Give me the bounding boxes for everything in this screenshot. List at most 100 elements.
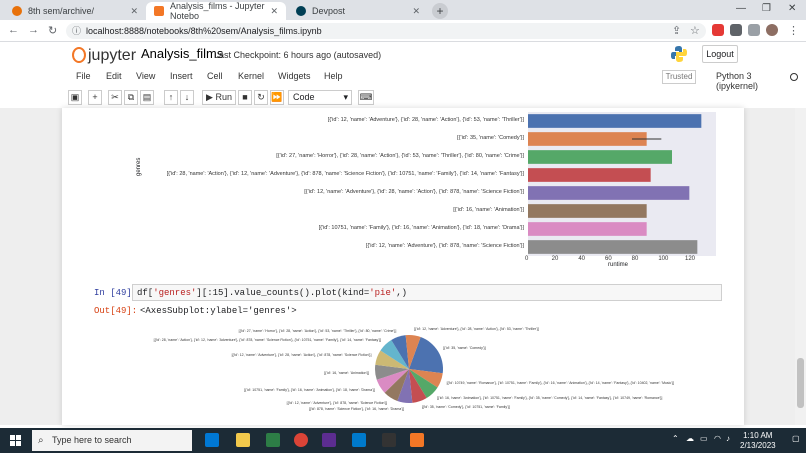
menu-kernel[interactable]: Kernel (238, 71, 264, 81)
restart-run-all-icon[interactable]: ⏩ (270, 90, 284, 105)
close-icon[interactable]: ✕ (270, 6, 278, 17)
share-icon[interactable]: ⇪ (672, 24, 681, 37)
browser-tab-archive[interactable]: 8th sem/archive/ ✕ (4, 2, 146, 20)
jupyter-logo-icon[interactable] (72, 47, 86, 63)
bar (528, 186, 690, 200)
tab-title: Analysis_films - Jupyter Notebo (170, 1, 265, 21)
notebook-menubar: File Edit View Insert Cell Kernel Widget… (62, 68, 798, 91)
url-input[interactable]: ⓘ localhost:8888/notebooks/8th%20sem/Ana… (66, 23, 706, 39)
x-tick-label: 120 (685, 256, 696, 262)
minimize-icon[interactable]: — (736, 3, 746, 14)
paste-icon[interactable]: ▤ (140, 90, 154, 105)
in-prompt: In [49]: (94, 288, 138, 298)
menu-view[interactable]: View (136, 71, 155, 81)
back-icon[interactable]: ← (8, 24, 19, 36)
run-button[interactable]: ▶ Run (202, 90, 236, 105)
x-tick-label: 0 (525, 256, 529, 262)
notebook-toolbar: ▣ + ✂ ⧉ ▤ ↑ ↓ ▶ Run ■ ↻ ⏩ Code ▾ ⌨ (62, 88, 744, 108)
save-icon[interactable]: ▣ (68, 90, 82, 105)
restart-icon[interactable]: ↻ (254, 90, 268, 105)
volume-icon[interactable]: ♪ (726, 434, 730, 443)
bar-category-label: [{'id': 28, 'name': 'Action'}, {'id': 12… (166, 171, 524, 177)
info-icon: ⓘ (72, 26, 82, 36)
store-icon[interactable] (266, 433, 280, 447)
sidebar-icon[interactable] (748, 24, 760, 36)
bar-category-label: [{'id': 12, 'name': 'Adventure'}, {'id':… (365, 243, 524, 249)
close-icon[interactable]: ✕ (412, 6, 420, 17)
bookmark-star-icon[interactable]: ☆ (690, 24, 700, 37)
notebook-page[interactable]: [{'id': 12, 'name': 'Adventure'}, {'id':… (62, 108, 744, 425)
interrupt-icon[interactable]: ■ (238, 90, 252, 105)
new-tab-button[interactable]: + (432, 3, 448, 19)
x-tick-label: 40 (578, 256, 586, 262)
bar-category-label: [{'id': 16, 'name': 'Animation'}] (453, 207, 524, 213)
taskbar-search-input[interactable]: ⌕ Type here to search (32, 430, 192, 451)
reload-icon[interactable]: ↻ (48, 24, 57, 37)
windows-start-icon[interactable] (10, 435, 21, 446)
bar (528, 240, 698, 254)
command-palette-icon[interactable]: ⌨ (358, 90, 374, 105)
network-icon[interactable]: ☁ (686, 434, 694, 443)
jupyter-app-icon[interactable] (410, 433, 424, 447)
more-menu-icon[interactable]: ⋮ (788, 24, 799, 37)
cell-type-select[interactable]: Code ▾ (288, 90, 352, 105)
python-logo-icon (671, 46, 687, 62)
browser-tab-devpost[interactable]: Devpost ✕ (288, 2, 428, 20)
vscode-icon[interactable] (352, 433, 366, 447)
taskbar-clock[interactable]: 1:10 AM 2/13/2023 (740, 431, 776, 451)
move-up-icon[interactable]: ↑ (164, 90, 178, 105)
bar (528, 204, 647, 218)
jupyter-tab-icon (154, 6, 164, 16)
pie-slice-label: [{'id': 16, 'name': 'Animation'}] (324, 370, 370, 375)
devpost-tab-icon (296, 6, 306, 16)
maximize-icon[interactable]: ❐ (762, 3, 771, 14)
bar (528, 150, 672, 164)
extensions-puzzle-icon[interactable] (730, 24, 742, 36)
pie-slice-label: [{'id': 10749, 'name': 'Romance'}, {'id'… (446, 380, 675, 385)
page-scrollbar[interactable] (795, 108, 806, 425)
close-icon[interactable]: ✕ (130, 6, 138, 17)
notification-icon[interactable]: ▢ (792, 434, 800, 443)
notebook-name[interactable]: Analysis_films (141, 46, 223, 61)
logout-button[interactable]: Logout (702, 45, 738, 63)
pie-slice-label: [{'id': 28, 'name': 'Action'}, {'id': 12… (153, 338, 382, 343)
bar-xlabel: runtime (608, 262, 629, 268)
jupyter-logo-text[interactable]: jupyter (88, 47, 136, 65)
terminal-icon[interactable] (382, 433, 396, 447)
wifi-icon[interactable]: ◠ (714, 434, 721, 443)
x-tick-label: 80 (631, 256, 639, 262)
app-icon[interactable] (322, 433, 336, 447)
menu-insert[interactable]: Insert (170, 71, 193, 81)
insert-cell-icon[interactable]: + (88, 90, 102, 105)
trusted-badge[interactable]: Trusted (662, 70, 696, 84)
bar (528, 222, 647, 236)
menu-edit[interactable]: Edit (106, 71, 122, 81)
url-text: localhost:8888/notebooks/8th%20sem/Analy… (86, 26, 322, 36)
menu-file[interactable]: File (76, 71, 91, 81)
jupyter-header: jupyter Analysis_films Last Checkpoint: … (0, 42, 806, 68)
menu-widgets[interactable]: Widgets (278, 71, 311, 81)
move-down-icon[interactable]: ↓ (180, 90, 194, 105)
bar-ylabel: genres (136, 157, 142, 176)
browser-tab-strip: 8th sem/archive/ ✕ Analysis_films - Jupy… (0, 0, 806, 21)
pie-slice-label: [{'id': 878, 'name': 'Science Fiction'},… (308, 406, 404, 411)
browser-tab-analysis-films[interactable]: Analysis_films - Jupyter Notebo ✕ (146, 1, 286, 21)
menu-help[interactable]: Help (324, 71, 343, 81)
copy-icon[interactable]: ⧉ (124, 90, 138, 105)
menu-cell[interactable]: Cell (207, 71, 223, 81)
battery-icon[interactable]: ▭ (700, 434, 708, 443)
cut-icon[interactable]: ✂ (108, 90, 122, 105)
profile-avatar[interactable] (766, 24, 778, 36)
scrollbar-thumb[interactable] (797, 358, 804, 408)
pie-slice-label: [{'id': 27, 'name': 'Horror'}, {'id': 28… (238, 329, 397, 334)
adblock-extension-icon[interactable] (712, 24, 724, 36)
bar-category-label: [{'id': 10751, 'name': 'Family'}, {'id':… (318, 225, 524, 231)
close-window-icon[interactable]: ✕ (788, 3, 796, 14)
forward-icon[interactable]: → (28, 24, 39, 36)
tray-chevron-icon[interactable]: ⌃ (672, 434, 679, 443)
chrome-icon[interactable] (294, 433, 308, 447)
address-bar-row: ← → ↻ ⓘ localhost:8888/notebooks/8th%20s… (0, 20, 806, 42)
code-cell-input[interactable]: df['genres'][:15].value_counts().plot(ki… (132, 284, 722, 301)
edge-icon[interactable] (205, 433, 219, 447)
file-explorer-icon[interactable] (236, 433, 250, 447)
